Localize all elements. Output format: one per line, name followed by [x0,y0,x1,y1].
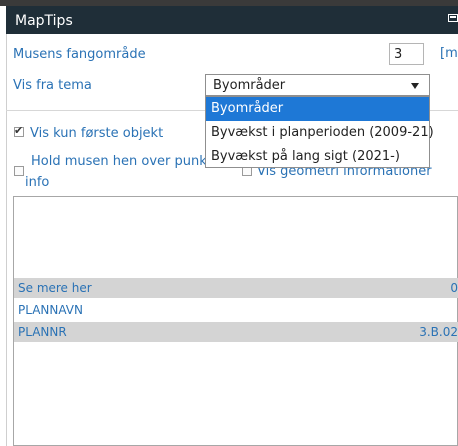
capture-area-unit: [m] [440,46,458,61]
show-first-label: Vis kun første objekt [30,126,164,141]
info-row-value: 0 [450,281,458,295]
theme-select-value: Byområder [213,78,286,93]
info-row-key: PLANNAVN [18,303,83,317]
theme-dropdown-list: Byområder Byvækst i planperioden (2009-2… [205,96,434,169]
theme-option[interactable]: Byvækst i planperioden (2009-21) [206,121,434,145]
info-row-key: PLANNR [18,325,67,339]
hover-checkbox[interactable] [14,166,24,176]
maptips-panel: MapTips Musens fangområde [m] Vis fra te… [0,0,458,446]
info-row-key[interactable]: Se mere her [18,281,92,295]
info-box: Se mere her 0 PLANNAVN PLANNR 3.B.02 [13,196,458,446]
theme-option[interactable]: Byområder [206,97,429,121]
info-row-value: 3.B.02 [419,325,458,339]
capture-area-label: Musens fangområde [13,47,146,62]
window-restore-icon[interactable] [448,14,458,22]
theme-label: Vis fra tema [13,78,92,93]
capture-area-input[interactable] [389,43,424,65]
chevron-down-icon [411,83,419,89]
info-row: PLANNAVN [14,300,458,320]
title-bar: MapTips [6,6,458,34]
info-row: PLANNR 3.B.02 [14,322,458,342]
window-title: MapTips [15,13,73,29]
show-first-checkbox[interactable] [14,124,24,137]
hover-label-line1: Hold musen hen over punkt fo [31,154,229,169]
panel-border [6,34,7,446]
theme-select[interactable]: Byområder [205,74,430,96]
theme-option[interactable]: Byvækst på lang sigt (2021-) [206,145,429,169]
hover-label-line2: info [25,175,50,190]
info-row: Se mere her 0 [14,278,458,298]
